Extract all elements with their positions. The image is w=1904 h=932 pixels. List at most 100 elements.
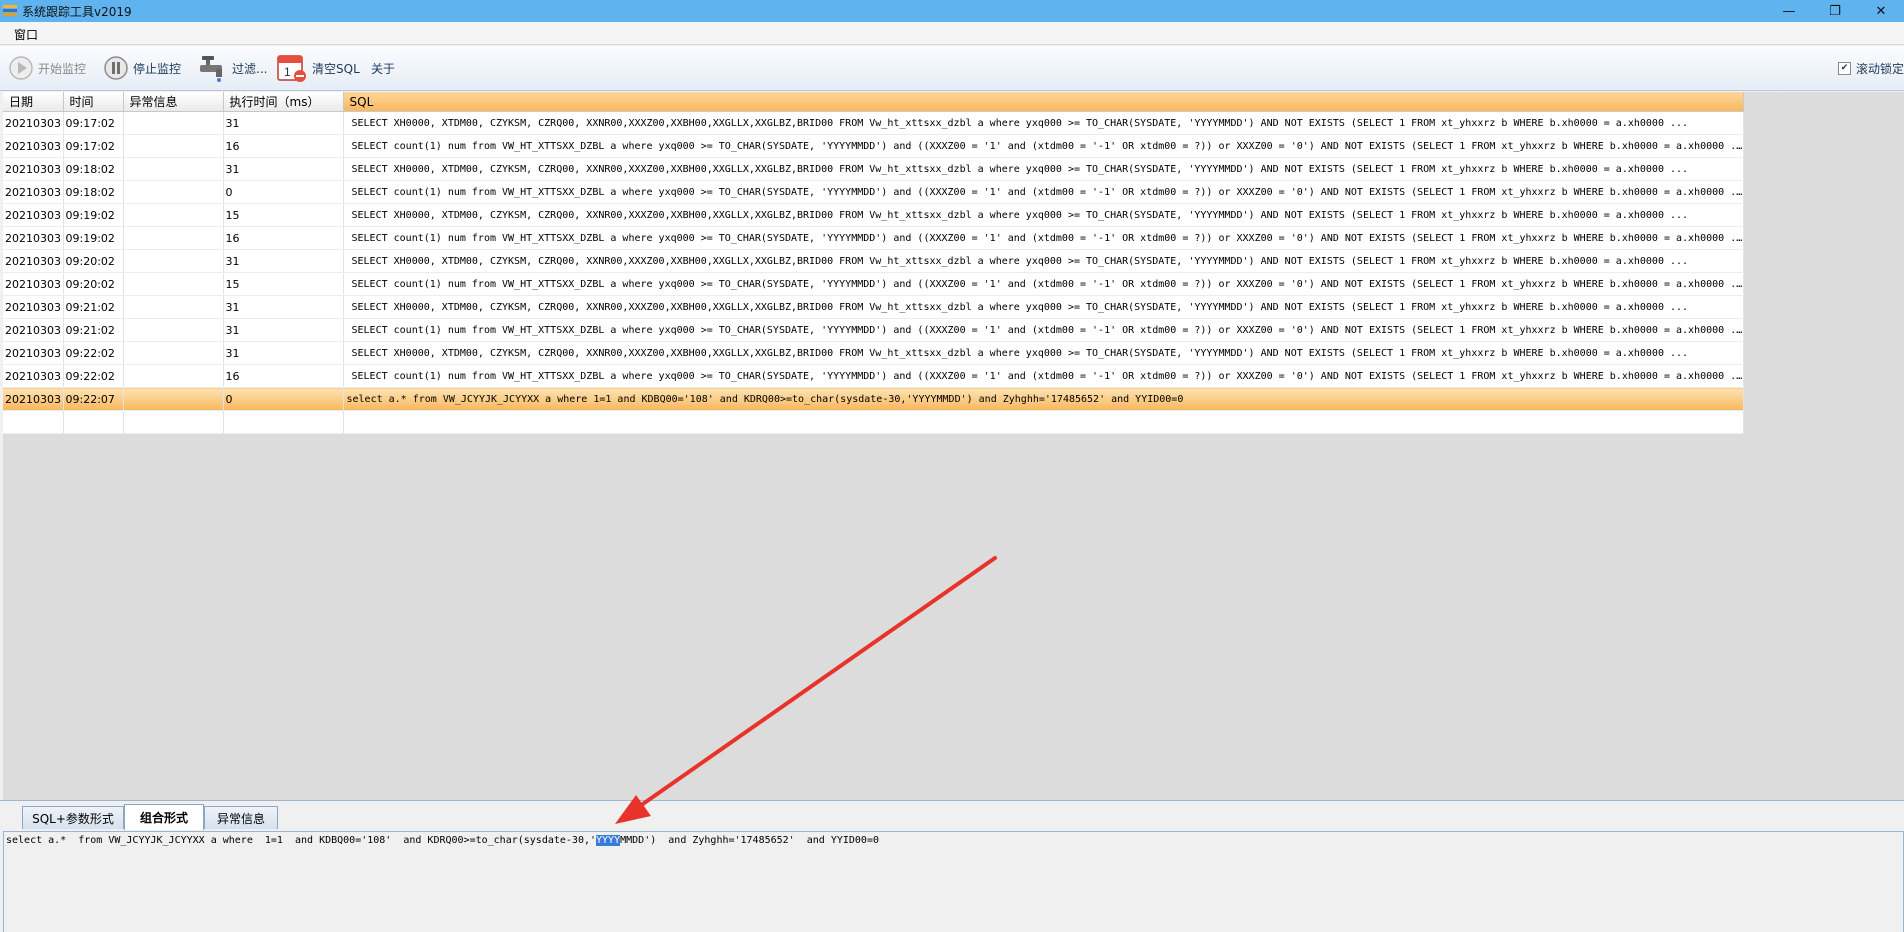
cell-exec-time[interactable]: 0 xyxy=(223,180,344,204)
stop-monitor-button[interactable]: 停止监控 xyxy=(103,46,181,90)
cell-sql[interactable]: SELECT XH0000, XTDM00, CZYKSM, CZRQ00, X… xyxy=(343,157,1744,181)
table-row[interactable]: 20210303 09:21:02 31 SELECT count(1) num fr… xyxy=(3,318,1744,342)
cell-sql[interactable]: SELECT count(1) num from VW_HT_XTTSXX_DZ… xyxy=(343,226,1744,250)
table-row[interactable]: 20210303 09:20:02 15 SELECT count(1) num fr… xyxy=(3,272,1744,296)
about-button[interactable]: 关于 xyxy=(371,46,395,90)
cell-sql[interactable]: SELECT XH0000, XTDM00, CZYKSM, CZRQ00, X… xyxy=(343,341,1744,365)
cell-sql[interactable]: SELECT count(1) num from VW_HT_XTTSXX_DZ… xyxy=(343,134,1744,158)
cell-error[interactable] xyxy=(123,295,224,319)
cell-sql[interactable]: SELECT count(1) num from VW_HT_XTTSXX_DZ… xyxy=(343,318,1744,342)
cell-time[interactable]: 09:20:02 xyxy=(63,272,124,296)
cell-exec-time[interactable]: 31 xyxy=(223,295,344,319)
table-row[interactable]: 20210303 09:19:02 16 SELECT count(1) num fr… xyxy=(3,226,1744,250)
table-row[interactable]: 20210303 09:22:07 0 select a.* from VW_JCYY… xyxy=(3,387,1744,411)
table-row[interactable]: 20210303 09:18:02 0 SELECT count(1) num fro… xyxy=(3,180,1744,204)
cell-error[interactable] xyxy=(123,111,224,135)
cell-date[interactable]: 20210303 xyxy=(3,387,64,411)
cell-date[interactable]: 20210303 xyxy=(3,226,64,250)
cell-time[interactable]: 09:21:02 xyxy=(63,295,124,319)
start-monitor-button[interactable]: 开始监控 xyxy=(8,46,86,90)
cell-exec-time[interactable]: 31 xyxy=(223,111,344,135)
cell-exec-time[interactable]: 31 xyxy=(223,318,344,342)
cell-exec-time[interactable]: 31 xyxy=(223,341,344,365)
cell-exec-time[interactable]: 15 xyxy=(223,272,344,296)
cell-exec-time[interactable]: 31 xyxy=(223,249,344,273)
cell-time[interactable]: 09:18:02 xyxy=(63,180,124,204)
table-row[interactable]: 20210303 09:22:02 16 SELECT count(1) num fr… xyxy=(3,364,1744,388)
cell-exec-time[interactable]: 31 xyxy=(223,157,344,181)
cell-exec-time[interactable]: 16 xyxy=(223,226,344,250)
tab-combined[interactable]: 组合形式 xyxy=(124,804,204,830)
minimize-button[interactable]: — xyxy=(1766,0,1812,22)
table-row[interactable]: 20210303 09:19:02 15 SELECT XH0000, XTDM00,… xyxy=(3,203,1744,227)
cell-sql[interactable]: SELECT count(1) num from VW_HT_XTTSXX_DZ… xyxy=(343,180,1744,204)
cell-time[interactable]: 09:19:02 xyxy=(63,203,124,227)
cell-date[interactable]: 20210303 xyxy=(3,272,64,296)
cell-sql[interactable]: SELECT count(1) num from VW_HT_XTTSXX_DZ… xyxy=(343,272,1744,296)
filter-button[interactable]: 过滤... xyxy=(198,46,267,90)
close-button[interactable]: ✕ xyxy=(1858,0,1904,22)
table-row[interactable]: 20210303 09:17:02 31 SELECT XH0000, XTDM00,… xyxy=(3,111,1744,135)
cell-error[interactable] xyxy=(123,364,224,388)
cell-time[interactable]: 09:22:02 xyxy=(63,341,124,365)
tab-exception-info[interactable]: 异常信息 xyxy=(204,806,278,829)
table-row[interactable]: 20210303 09:21:02 31 SELECT XH0000, XTDM00,… xyxy=(3,295,1744,319)
column-header-time[interactable]: 时间 xyxy=(63,92,124,112)
cell-date[interactable]: 20210303 xyxy=(3,134,64,158)
cell-error[interactable] xyxy=(123,134,224,158)
cell-date[interactable]: 20210303 xyxy=(3,111,64,135)
cell-exec-time[interactable]: 16 xyxy=(223,134,344,158)
cell-time[interactable]: 09:22:07 xyxy=(63,387,124,411)
table-row[interactable]: 20210303 09:18:02 31 SELECT XH0000, XTDM00,… xyxy=(3,157,1744,181)
column-header-error[interactable]: 异常信息 xyxy=(123,92,224,112)
cell-error[interactable] xyxy=(123,387,224,411)
cell-time[interactable]: 09:18:02 xyxy=(63,157,124,181)
menu-window[interactable]: 窗口 xyxy=(14,26,38,43)
cell-error[interactable] xyxy=(123,157,224,181)
cell-exec-time[interactable]: 16 xyxy=(223,364,344,388)
tab-sql-params[interactable]: SQL+参数形式 xyxy=(22,806,124,829)
cell-error[interactable] xyxy=(123,203,224,227)
cell-error[interactable] xyxy=(123,272,224,296)
column-header-exec-time[interactable]: 执行时间（ms） xyxy=(223,92,344,112)
combined-sql-text[interactable]: select a.* from VW_JCYYJK_JCYYXX a where… xyxy=(6,835,879,846)
cell-sql[interactable]: SELECT XH0000, XTDM00, CZYKSM, CZRQ00, X… xyxy=(343,295,1744,319)
cell-date[interactable]: 20210303 xyxy=(3,341,64,365)
cell-exec-time[interactable]: 0 xyxy=(223,387,344,411)
cell-date[interactable]: 20210303 xyxy=(3,157,64,181)
clear-sql-button[interactable]: 1 清空SQL xyxy=(276,46,360,90)
cell-time[interactable]: 09:20:02 xyxy=(63,249,124,273)
sql-text-before: select a.* from VW_JCYYJK_JCYYXX a where… xyxy=(6,835,597,846)
auto-scroll-checkbox[interactable]: ✔ 滚动锁定 xyxy=(1837,60,1904,77)
cell-time[interactable]: 09:21:02 xyxy=(63,318,124,342)
cell-time[interactable]: 09:19:02 xyxy=(63,226,124,250)
cell-date[interactable]: 20210303 xyxy=(3,203,64,227)
cell-date[interactable]: 20210303 xyxy=(3,295,64,319)
cell-date[interactable]: 20210303 xyxy=(3,180,64,204)
table-row[interactable]: 20210303 09:20:02 31 SELECT XH0000, XTDM00,… xyxy=(3,249,1744,273)
restore-button[interactable]: ❐ xyxy=(1812,0,1858,22)
cell-time[interactable]: 09:17:02 xyxy=(63,134,124,158)
cell-time[interactable]: 09:22:02 xyxy=(63,364,124,388)
cell-sql[interactable]: select a.* from VW_JCYYJK_JCYYXX a where… xyxy=(343,387,1744,411)
cell-sql[interactable]: SELECT XH0000, XTDM00, CZYKSM, CZRQ00, X… xyxy=(343,111,1744,135)
cell-error[interactable] xyxy=(123,180,224,204)
table-row[interactable]: 20210303 09:22:02 31 SELECT XH0000, XTDM00,… xyxy=(3,341,1744,365)
cell-error[interactable] xyxy=(123,341,224,365)
cell-sql[interactable]: SELECT XH0000, XTDM00, CZYKSM, CZRQ00, X… xyxy=(343,249,1744,273)
table-row[interactable]: 20210303 09:17:02 16 SELECT count(1) num fr… xyxy=(3,134,1744,158)
cell-time[interactable]: 09:17:02 xyxy=(63,111,124,135)
cell-sql[interactable]: SELECT XH0000, XTDM00, CZYKSM, CZRQ00, X… xyxy=(343,203,1744,227)
cell-date[interactable]: 20210303 xyxy=(3,318,64,342)
cell-sql[interactable]: SELECT count(1) num from VW_HT_XTTSXX_DZ… xyxy=(343,364,1744,388)
cell-date[interactable]: 20210303 xyxy=(3,364,64,388)
cell-error[interactable] xyxy=(123,249,224,273)
cell-error[interactable] xyxy=(123,318,224,342)
column-header-sql[interactable]: SQL xyxy=(343,92,1744,112)
start-monitor-label: 开始监控 xyxy=(38,61,87,76)
cell-exec-time[interactable]: 15 xyxy=(223,203,344,227)
combined-sql-textbox[interactable]: select a.* from VW_JCYYJK_JCYYXX a where… xyxy=(3,831,1904,932)
cell-date[interactable]: 20210303 xyxy=(3,249,64,273)
cell-error[interactable] xyxy=(123,226,224,250)
column-header-date[interactable]: 日期 xyxy=(3,92,64,112)
